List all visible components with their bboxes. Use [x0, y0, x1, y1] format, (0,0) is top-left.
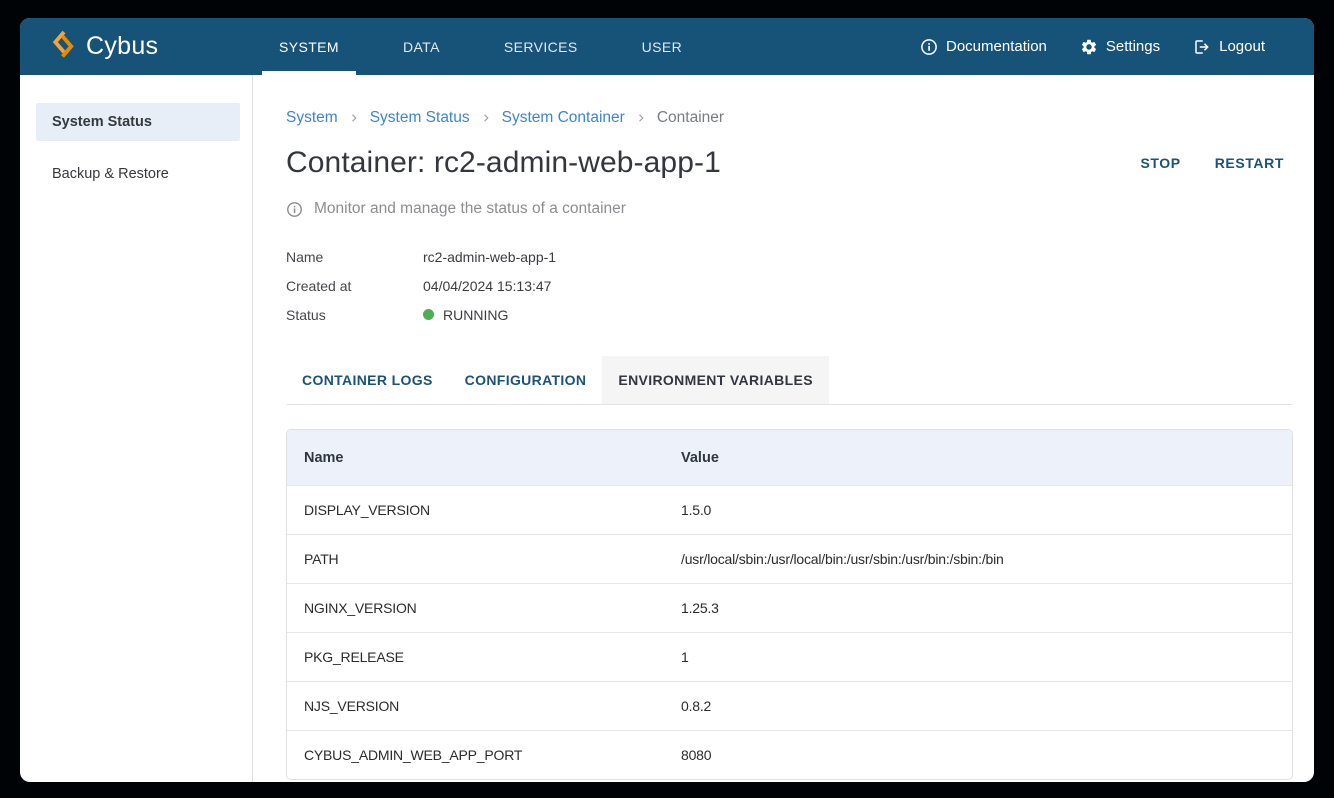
nav-tab-data[interactable]: DATA: [386, 18, 457, 75]
nav-tab-user[interactable]: USER: [625, 18, 700, 75]
env-name: NJS_VERSION: [287, 698, 681, 714]
nav-tab-system[interactable]: SYSTEM: [262, 18, 356, 75]
detail-tabs: CONTAINER LOGS CONFIGURATION ENVIRONMENT…: [286, 356, 1293, 405]
env-name: PKG_RELEASE: [287, 649, 681, 665]
restart-button[interactable]: RESTART: [1215, 149, 1284, 177]
column-header-value: Value: [681, 450, 1292, 466]
status-dot-icon: [423, 309, 434, 320]
nav-actions: Documentation Settings Logout: [920, 18, 1314, 75]
status-text: RUNNING: [443, 307, 508, 323]
app-window: Cybus SYSTEM DATA SERVICES USER Document…: [20, 18, 1314, 782]
env-value: /usr/local/sbin:/usr/local/bin:/usr/sbin…: [681, 551, 1292, 567]
documentation-label: Documentation: [946, 38, 1047, 55]
top-navbar: Cybus SYSTEM DATA SERVICES USER Document…: [20, 18, 1314, 75]
info-icon: [286, 201, 303, 218]
brand-name: Cybus: [86, 32, 158, 61]
detail-label: Created at: [286, 278, 423, 294]
logout-icon: [1193, 38, 1211, 56]
detail-label: Name: [286, 249, 423, 265]
status-badge: RUNNING: [423, 307, 508, 323]
detail-row-status: Status RUNNING: [286, 300, 1293, 329]
chevron-right-icon: [348, 112, 360, 124]
container-actions: STOP RESTART: [1140, 149, 1293, 177]
tab-container-logs[interactable]: CONTAINER LOGS: [286, 356, 449, 404]
sidebar: System Status Backup & Restore: [20, 75, 253, 782]
page-title: Container: rc2-admin-web-app-1: [286, 146, 721, 180]
env-name: CYBUS_ADMIN_WEB_APP_PORT: [287, 747, 681, 763]
breadcrumb-system-container[interactable]: System Container: [502, 109, 625, 127]
table-row: NGINX_VERSION 1.25.3: [287, 583, 1292, 632]
sidebar-item-backup-restore[interactable]: Backup & Restore: [36, 155, 240, 193]
env-value: 8080: [681, 747, 1292, 763]
env-name: NGINX_VERSION: [287, 600, 681, 616]
logout-button[interactable]: Logout: [1193, 38, 1265, 56]
cybus-logo-icon: [51, 29, 76, 64]
detail-row-created-at: Created at 04/04/2024 15:13:47: [286, 271, 1293, 300]
settings-label: Settings: [1106, 38, 1160, 55]
detail-label: Status: [286, 307, 423, 323]
documentation-link[interactable]: Documentation: [920, 38, 1047, 56]
brand-logo[interactable]: Cybus: [20, 18, 262, 75]
main-nav: SYSTEM DATA SERVICES USER: [262, 18, 729, 75]
env-value: 1: [681, 649, 1292, 665]
column-header-name: Name: [287, 450, 681, 466]
chevron-right-icon: [635, 112, 647, 124]
detail-row-name: Name rc2-admin-web-app-1: [286, 242, 1293, 271]
table-row: NJS_VERSION 0.8.2: [287, 681, 1292, 730]
sidebar-item-system-status[interactable]: System Status: [36, 103, 240, 141]
breadcrumb: System System Status System Container Co…: [286, 109, 1293, 127]
env-value: 0.8.2: [681, 698, 1292, 714]
env-value: 1.25.3: [681, 600, 1292, 616]
settings-button[interactable]: Settings: [1080, 38, 1160, 56]
container-details: Name rc2-admin-web-app-1 Created at 04/0…: [286, 242, 1293, 329]
chevron-right-icon: [480, 112, 492, 124]
breadcrumb-system-status[interactable]: System Status: [370, 109, 470, 127]
table-row: CYBUS_ADMIN_WEB_APP_PORT 8080: [287, 730, 1292, 779]
stop-button[interactable]: STOP: [1140, 149, 1180, 177]
table-header-row: Name Value: [287, 430, 1292, 485]
logout-label: Logout: [1219, 38, 1265, 55]
env-name: DISPLAY_VERSION: [287, 502, 681, 518]
gear-icon: [1080, 38, 1098, 56]
nav-tab-services[interactable]: SERVICES: [487, 18, 595, 75]
detail-value: rc2-admin-web-app-1: [423, 249, 556, 265]
subtitle-text: Monitor and manage the status of a conta…: [314, 200, 626, 218]
detail-value: 04/04/2024 15:13:47: [423, 278, 551, 294]
env-value: 1.5.0: [681, 502, 1292, 518]
table-row: DISPLAY_VERSION 1.5.0: [287, 485, 1292, 534]
page-subtitle: Monitor and manage the status of a conta…: [286, 200, 1293, 218]
env-name: PATH: [287, 551, 681, 567]
info-icon: [920, 38, 938, 56]
tab-configuration[interactable]: CONFIGURATION: [449, 356, 603, 404]
table-row: PATH /usr/local/sbin:/usr/local/bin:/usr…: [287, 534, 1292, 583]
breadcrumb-system[interactable]: System: [286, 109, 338, 127]
main-content: System System Status System Container Co…: [253, 75, 1314, 782]
tab-environment-variables[interactable]: ENVIRONMENT VARIABLES: [602, 356, 829, 404]
environment-variables-table: Name Value DISPLAY_VERSION 1.5.0 PATH /u…: [286, 429, 1293, 780]
breadcrumb-container: Container: [657, 109, 724, 127]
table-row: PKG_RELEASE 1: [287, 632, 1292, 681]
